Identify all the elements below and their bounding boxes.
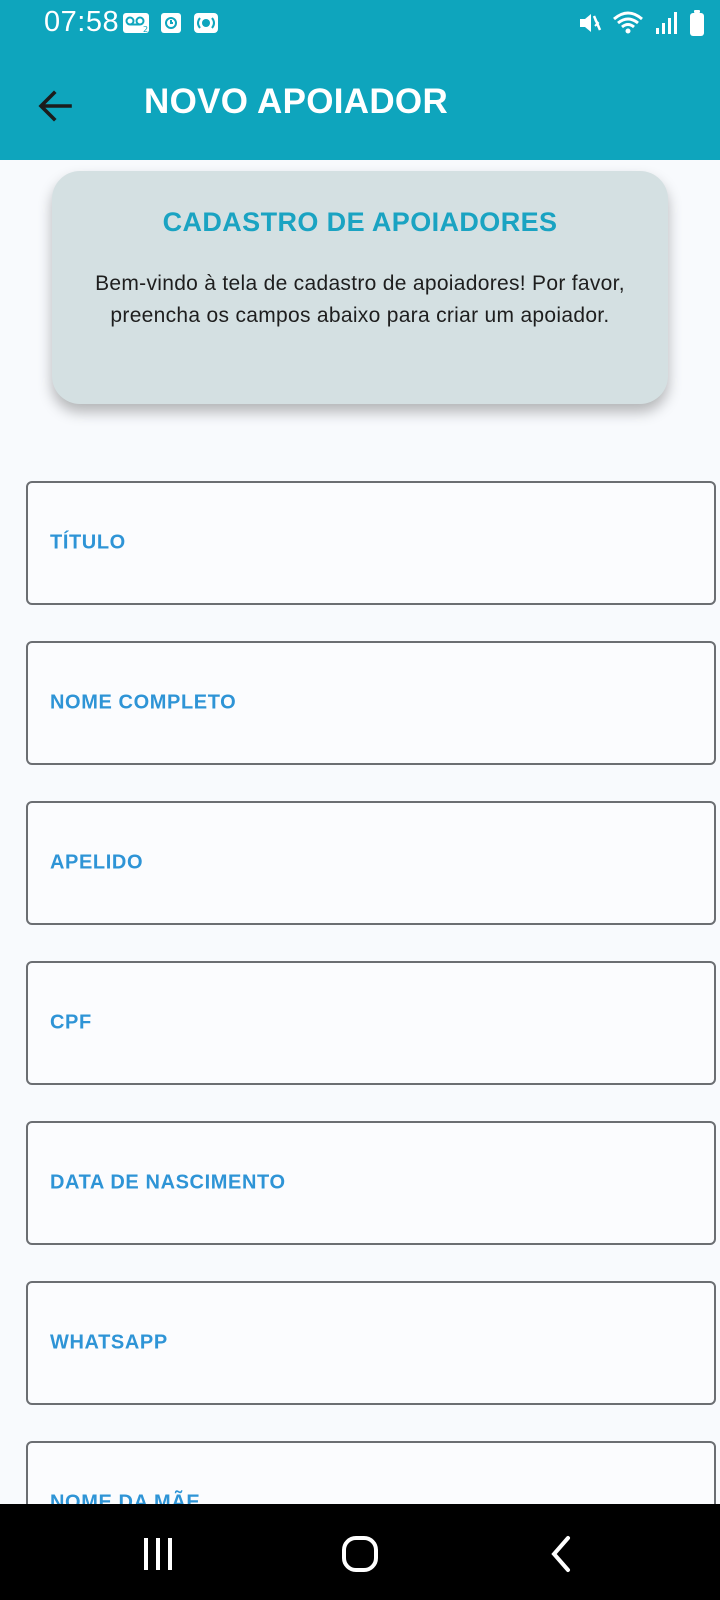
status-left-icons: 2 (122, 11, 220, 35)
field-label: NOME COMPLETO (50, 691, 237, 714)
field-label: WHATSAPP (50, 1331, 168, 1354)
welcome-card: CADASTRO DE APOIADORES Bem-vindo à tela … (52, 171, 668, 404)
card-title: CADASTRO DE APOIADORES (162, 207, 558, 237)
home-button[interactable] (340, 1534, 380, 1574)
recent-apps-button[interactable] (138, 1534, 178, 1574)
back-icon (551, 1536, 570, 1572)
back-button[interactable] (32, 82, 80, 130)
home-icon (342, 1536, 378, 1572)
signal-icon (656, 12, 677, 34)
field-label: CPF (50, 1011, 92, 1034)
field-label: APELIDO (50, 851, 144, 874)
status-bar: 07:58 2 (0, 0, 720, 52)
apelido-field[interactable]: APELIDO (26, 801, 716, 925)
nome-completo-field[interactable]: NOME COMPLETO (26, 641, 716, 765)
battery-icon (690, 10, 704, 36)
radio-icon (194, 13, 218, 33)
page-title: NOVO APOIADOR (144, 82, 449, 121)
app-bar: NOVO APOIADOR (0, 52, 720, 160)
card-description: Bem-vindo à tela de cadastro de apoiador… (95, 272, 625, 327)
arrow-left-icon (38, 90, 72, 122)
nav-back-button[interactable] (542, 1534, 582, 1574)
status-right-icons (576, 9, 706, 37)
svg-text:2: 2 (143, 25, 148, 34)
field-label: DATA DE NASCIMENTO (50, 1171, 286, 1194)
whatsapp-field[interactable]: WHATSAPP (26, 1281, 716, 1405)
data-nascimento-field[interactable]: DATA DE NASCIMENTO (26, 1121, 716, 1245)
cpf-field[interactable]: CPF (26, 961, 716, 1085)
field-label: TÍTULO (50, 531, 126, 554)
wifi-icon (613, 11, 643, 34)
mute-vibrate-icon (580, 14, 602, 32)
system-nav-bar (0, 1504, 720, 1600)
recent-apps-icon (144, 1538, 172, 1570)
titulo-field[interactable]: TÍTULO (26, 481, 716, 605)
status-time: 07:58 (44, 6, 120, 38)
voicemail-icon: 2 (123, 13, 149, 34)
clock-app-icon (161, 13, 181, 33)
